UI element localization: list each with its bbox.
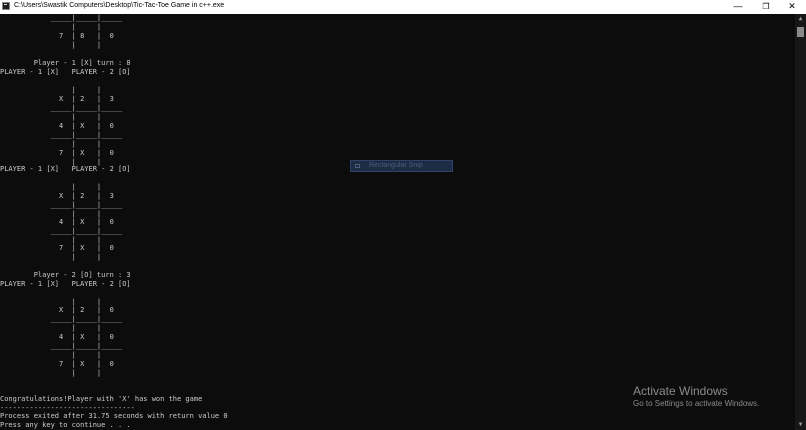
console-line: _____|_____|_____ bbox=[0, 342, 123, 350]
console-line: 4 | X | 0 bbox=[0, 333, 114, 341]
restore-button[interactable]: ❐ bbox=[752, 0, 780, 14]
scroll-down-arrow-icon[interactable]: ▼ bbox=[795, 420, 806, 430]
close-button[interactable]: ✕ bbox=[778, 0, 806, 14]
console-line: _____|_____|_____ bbox=[0, 131, 123, 139]
console-app-icon bbox=[2, 2, 10, 10]
console-line: 4 | X | 0 bbox=[0, 218, 114, 226]
console-line: | | bbox=[0, 41, 102, 49]
console-line: 4 | X | 0 bbox=[0, 122, 114, 130]
console-line: PLAYER - 1 [X] PLAYER - 2 [O] bbox=[0, 165, 131, 173]
console-line: _____|_____|_____ bbox=[0, 104, 123, 112]
console-line: _____|_____|_____ bbox=[0, 315, 123, 323]
window-title: C:\Users\Swastik Computers\Desktop\Tic-T… bbox=[14, 2, 225, 9]
activate-windows-title: Activate Windows bbox=[633, 384, 728, 398]
title-bar[interactable]: C:\Users\Swastik Computers\Desktop\Tic-T… bbox=[0, 0, 806, 14]
console-line: | | bbox=[0, 140, 102, 148]
console-line: _____|_____|_____ bbox=[0, 227, 123, 235]
console-line: | | bbox=[0, 351, 102, 359]
activate-windows-watermark: Activate Windows Go to Settings to activ… bbox=[633, 384, 759, 410]
console-line: 7 | X | 0 bbox=[0, 360, 114, 368]
console-line: X | 2 | 3 bbox=[0, 192, 114, 200]
console-line: _____|_____|_____ bbox=[0, 14, 123, 22]
snip-icon bbox=[355, 164, 360, 168]
vertical-scrollbar[interactable]: ▲ ▼ bbox=[795, 14, 806, 430]
console-line: Player - 1 [X] turn : 8 bbox=[0, 59, 131, 67]
console-line: 7 | X | 0 bbox=[0, 149, 114, 157]
console-line: Process exited after 31.75 seconds with … bbox=[0, 412, 228, 420]
console-line: | | bbox=[0, 23, 102, 31]
console-line: PLAYER - 1 [X] PLAYER - 2 [O] bbox=[0, 68, 131, 76]
console-line: X | 2 | 0 bbox=[0, 306, 114, 314]
scroll-up-arrow-icon[interactable]: ▲ bbox=[795, 14, 806, 24]
console-line: _____|_____|_____ bbox=[0, 201, 123, 209]
console-line: | | bbox=[0, 183, 102, 191]
console-line: 7 | 8 | 0 bbox=[0, 32, 114, 40]
console-line: | | bbox=[0, 324, 102, 332]
console-line: X | 2 | 3 bbox=[0, 95, 114, 103]
activate-windows-subtitle: Go to Settings to activate Windows. bbox=[633, 399, 760, 408]
console-line: Player - 2 [O] turn : 3 bbox=[0, 271, 131, 279]
rectangular-snip-toast[interactable]: Rectangular Snip bbox=[350, 160, 453, 172]
snip-label: Rectangular Snip bbox=[369, 162, 423, 169]
console-line: | | bbox=[0, 369, 102, 377]
console-line: | | bbox=[0, 113, 102, 121]
console-line: 7 | X | 0 bbox=[0, 244, 114, 252]
console-line: PLAYER - 1 [X] PLAYER - 2 [O] bbox=[0, 280, 131, 288]
console-line: | | bbox=[0, 253, 102, 261]
scroll-thumb[interactable] bbox=[797, 27, 804, 37]
console-line: | | bbox=[0, 86, 102, 94]
console-line: Congratulations!Player with 'X' has won … bbox=[0, 395, 203, 403]
console-output[interactable]: _____|_____|_____ | | 7 | 8 | 0 | | Play… bbox=[0, 14, 795, 430]
console-line: Press any key to continue . . . bbox=[0, 421, 131, 429]
minimize-button[interactable]: — bbox=[724, 0, 752, 14]
